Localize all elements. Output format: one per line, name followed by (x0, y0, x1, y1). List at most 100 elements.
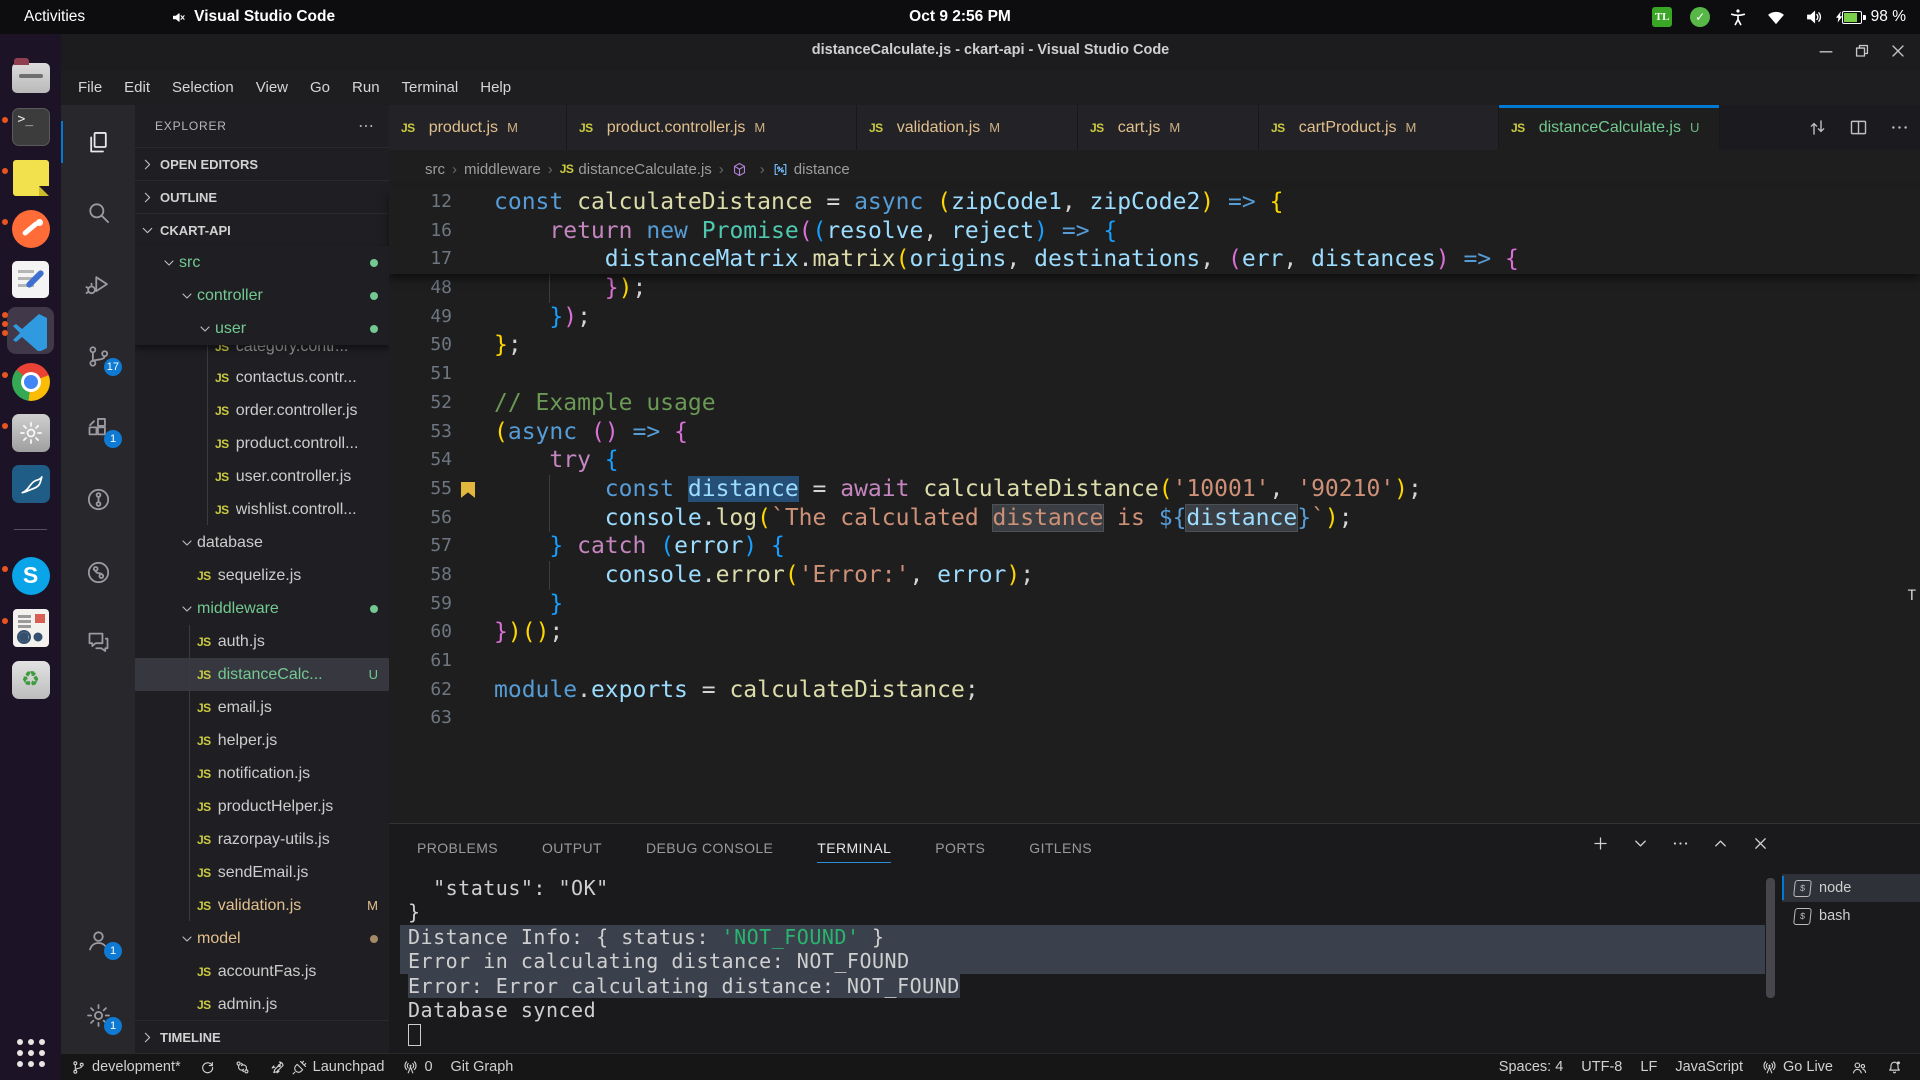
activity-explorer-icon[interactable] (61, 117, 135, 167)
window-title-bar[interactable]: distanceCalculate.js - ckart-api - Visua… (61, 34, 1920, 71)
chevron-up-icon[interactable] (1711, 834, 1730, 853)
panel-tab-ports[interactable]: PORTS (935, 824, 985, 872)
tree-file-notification-js[interactable]: JSnotification.js (135, 757, 389, 790)
tab-product.js[interactable]: JSproduct.jsM (389, 105, 567, 150)
status-item-git-compare-icon[interactable] (225, 1054, 260, 1080)
more-icon[interactable] (1889, 117, 1910, 138)
tree-folder-middleware[interactable]: middleware (135, 592, 389, 625)
restore-icon[interactable] (1852, 41, 1872, 61)
activity-gitlens-icon[interactable] (61, 474, 135, 524)
panel-tab-terminal[interactable]: TERMINAL (817, 824, 891, 872)
activity-run-debug-icon[interactable] (61, 259, 135, 309)
code-line-55[interactable]: 55 const distance = await calculateDista… (389, 475, 1920, 504)
system-tray[interactable]: TL✓98 % (1652, 7, 1906, 27)
code-line-56[interactable]: 56 console.log(`The calculated distance … (389, 504, 1920, 533)
dock-item-trash-app-icon[interactable]: ♻ (7, 656, 54, 703)
close-icon[interactable] (1751, 834, 1770, 853)
tree-file-user-controller-js[interactable]: JSuser.controller.js (135, 460, 389, 493)
breadcrumb[interactable]: src›middleware›JSdistanceCalculate.js››d… (389, 150, 1920, 188)
tab-cartProduct.js[interactable]: JScartProduct.jsM (1259, 105, 1499, 150)
menu-item-selection[interactable]: Selection (161, 74, 245, 101)
more-actions-icon[interactable] (357, 117, 375, 135)
activity-settings-gear-icon[interactable]: 1 (61, 990, 135, 1040)
status-item-people-icon[interactable] (1842, 1054, 1877, 1080)
panel-tab-output[interactable]: OUTPUT (542, 824, 602, 872)
status-item-development-[interactable]: development* (61, 1054, 190, 1080)
terminal-session-bash[interactable]: $bash (1782, 902, 1920, 930)
dock-item-notes-app-icon[interactable] (7, 154, 54, 201)
sidebar-section-timeline[interactable]: TIMELINE (135, 1020, 389, 1053)
dock-item-chrome-app-icon[interactable] (7, 358, 54, 405)
tree-folder-controller[interactable]: controller (135, 279, 389, 312)
menu-item-terminal[interactable]: Terminal (391, 74, 470, 101)
code-line-51[interactable]: 51 (389, 360, 1920, 389)
code-line-53[interactable]: 53(async () => { (389, 418, 1920, 447)
tree-file-distanceCalc-[interactable]: JSdistanceCalc...U (135, 658, 389, 691)
compare-changes-icon[interactable] (1807, 117, 1828, 138)
breadcrumb-item-distanceCalculate-js[interactable]: JSdistanceCalculate.js (560, 161, 712, 178)
status-item-spaces-4[interactable]: Spaces: 4 (1490, 1054, 1573, 1080)
menu-item-run[interactable]: Run (341, 74, 391, 101)
activity-gitlens-inspect-icon[interactable] (61, 547, 135, 597)
tree-file-order-controller-js[interactable]: JSorder.controller.js (135, 394, 389, 427)
code-line-17[interactable]: 17 distanceMatrix.matrix(origins, destin… (389, 245, 1920, 274)
tree-file-admin-js[interactable]: JSadmin.js (135, 988, 389, 1021)
wifi-icon[interactable] (1766, 7, 1786, 27)
more-icon[interactable] (1671, 834, 1690, 853)
tree-file-razorpay-utils-js[interactable]: JSrazorpay-utils.js (135, 823, 389, 856)
code-line-61[interactable]: 61 (389, 647, 1920, 676)
focused-app-indicator[interactable]: Visual Studio Code (171, 8, 335, 26)
code-line-48[interactable]: 48 }); (389, 274, 1920, 303)
sidebar-section-open-editors[interactable]: OPEN EDITORS (135, 147, 389, 180)
tree-folder-src[interactable]: src (135, 246, 389, 279)
tree-file-validation-js[interactable]: JSvalidation.jsM (135, 889, 389, 922)
bookmark-icon[interactable] (461, 482, 475, 498)
dock-item-vscode-app-icon[interactable] (7, 307, 54, 354)
activity-extensions-icon[interactable]: 1 (61, 403, 135, 453)
tree-folder-model[interactable]: model (135, 922, 389, 955)
status-item-go-live[interactable]: Go Live (1752, 1054, 1842, 1080)
panel-tab-gitlens[interactable]: GITLENS (1029, 824, 1092, 872)
dock-item-files-app-icon[interactable] (7, 52, 54, 99)
code-line-58[interactable]: 58 console.error('Error:', error); (389, 561, 1920, 590)
sidebar-section-ckart-api[interactable]: CKART-API (135, 213, 389, 246)
status-item-launchpad[interactable]: Launchpad (260, 1054, 394, 1080)
status-item-lf[interactable]: LF (1631, 1054, 1666, 1080)
status-item-bell-dot-icon[interactable] (1877, 1054, 1912, 1080)
tree-file-accountFas-js[interactable]: JSaccountFas.js (135, 955, 389, 988)
menu-item-go[interactable]: Go (299, 74, 341, 101)
code-line-12[interactable]: 12const calculateDistance = async (zipCo… (389, 188, 1920, 217)
dock-item-settings-app-icon[interactable] (7, 409, 54, 456)
chevron-down-icon[interactable] (1631, 834, 1650, 853)
breadcrumb-item-distance[interactable]: distance (772, 161, 850, 178)
status-item-utf-8[interactable]: UTF-8 (1572, 1054, 1631, 1080)
activities-button[interactable]: Activities (24, 8, 85, 26)
tree-file-productHelper-js[interactable]: JSproductHelper.js (135, 790, 389, 823)
battery-icon[interactable]: 98 % (1842, 8, 1906, 26)
breadcrumb-item--function-[interactable] (731, 161, 753, 178)
activity-source-control-icon[interactable]: 17 (61, 331, 135, 381)
terminal-session-node[interactable]: $node (1782, 874, 1920, 902)
activity-accounts-icon[interactable]: 1 (61, 915, 135, 965)
dock-item-terminal-app-icon[interactable]: >_ (7, 103, 54, 150)
terminal-scrollbar[interactable] (1766, 878, 1775, 998)
minimap[interactable]: T (1908, 588, 1916, 604)
code-line-63[interactable]: 63 (389, 704, 1920, 733)
activity-comments-icon[interactable] (61, 616, 135, 666)
dock-item-document-viewer-app-icon[interactable] (7, 604, 54, 651)
menu-item-file[interactable]: File (67, 74, 113, 101)
tree-file-sequelize-js[interactable]: JSsequelize.js (135, 559, 389, 592)
tl-badge[interactable]: TL (1652, 7, 1672, 27)
code-line-49[interactable]: 49 }); (389, 303, 1920, 332)
tree-folder-user[interactable]: user (135, 312, 389, 345)
code-editor[interactable]: 12const calculateDistance = async (zipCo… (389, 188, 1920, 823)
menu-item-help[interactable]: Help (469, 74, 522, 101)
tab-cart.js[interactable]: JScart.jsM (1078, 105, 1259, 150)
accessibility-icon[interactable] (1728, 7, 1748, 27)
code-line-52[interactable]: 52// Example usage (389, 389, 1920, 418)
clock[interactable]: Oct 9 2:56 PM (909, 8, 1011, 26)
breadcrumb-item-src[interactable]: src (425, 161, 445, 178)
tab-validation.js[interactable]: JSvalidation.jsM (857, 105, 1078, 150)
volume-icon[interactable] (1804, 7, 1824, 27)
activity-search-icon[interactable] (61, 187, 135, 237)
